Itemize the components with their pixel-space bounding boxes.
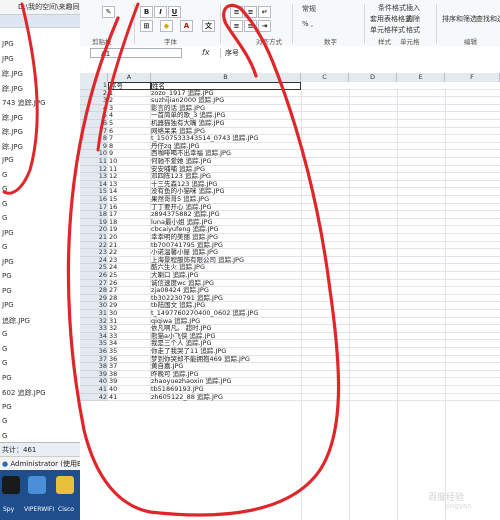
file-list-item[interactable]: G [2, 171, 7, 179]
function-icon[interactable]: fx [202, 48, 210, 57]
file-list-item[interactable]: 743 追踪.JPG [2, 98, 46, 108]
taskbar: Spy VIPERWIFI Cisco [0, 470, 80, 520]
percent-button[interactable]: % , [302, 20, 313, 28]
align-middle-button[interactable]: ≡ [244, 6, 257, 18]
cell-serial[interactable]: 7 [108, 135, 151, 143]
file-list-item[interactable]: G [2, 432, 7, 440]
file-list-item[interactable]: JPG [2, 156, 14, 164]
file-count-status: 共计：461 [0, 442, 80, 456]
align-left-button[interactable]: ≡ [230, 20, 243, 32]
file-list-item[interactable]: 踪.JPG [2, 142, 23, 152]
file-list-item[interactable]: G [2, 417, 7, 425]
phonetic-button[interactable]: 文 [202, 20, 215, 32]
taskbar-label-spy: Spy [3, 506, 15, 513]
file-list-item[interactable]: G [2, 359, 7, 367]
format-button[interactable]: 格式 [406, 25, 420, 35]
cell-name[interactable]: zh605122_88 追踪.JPG [151, 393, 301, 402]
explorer-path[interactable]: D:\我的空间\来趣同络 [0, 0, 80, 15]
column-header-f[interactable]: F [445, 73, 500, 82]
indent-button[interactable]: ⇥ [258, 20, 271, 32]
cell-serial[interactable]: 3 [108, 104, 151, 113]
taskbar-label-viperwifi: VIPERWIFI [24, 506, 55, 513]
file-list-item[interactable]: JPG [2, 229, 14, 237]
user-name: Administrator (使用B) [10, 460, 81, 468]
file-list-item[interactable]: G [2, 345, 7, 353]
spy-app-icon[interactable] [2, 476, 20, 494]
file-list-item[interactable]: 踪.JPG [2, 127, 23, 137]
number-group-label: 数字 [324, 38, 337, 46]
watermark-subtext: jingyan [446, 502, 472, 510]
file-list-item[interactable]: JPG [2, 301, 14, 309]
spreadsheet-grid[interactable]: A B C D E F 1 2 3 4 5 6 7 8 9 10 11 12 13 14 15 16 17 18 1… [80, 61, 500, 520]
cells-group-label: 单元格 [400, 38, 420, 46]
cell-serial[interactable]: 8 [108, 142, 151, 151]
font-group-label: 字体 [164, 38, 177, 46]
font-color-button[interactable]: A [180, 20, 193, 32]
file-list-item[interactable]: PG [2, 272, 12, 280]
file-list-item[interactable]: 追踪.JPG [2, 316, 30, 326]
viperwifi-app-icon[interactable] [28, 476, 46, 494]
taskbar-label-cisco: Cisco [58, 506, 74, 513]
file-list-item[interactable]: G [2, 200, 7, 208]
bold-button[interactable]: B [140, 6, 153, 18]
sort-filter-button[interactable]: 排序和筛选 [442, 14, 477, 24]
border-button[interactable]: ⊞ [140, 20, 153, 32]
find-select-button[interactable]: 查找和选择 [476, 14, 500, 24]
explorer-toolbar [0, 15, 80, 28]
name-box[interactable]: A1 [90, 48, 182, 58]
file-list-item[interactable]: G [2, 185, 7, 193]
file-list-item[interactable]: G [2, 330, 7, 338]
underline-button[interactable]: U [168, 6, 181, 18]
file-list-item[interactable]: 踪.JPG [2, 69, 23, 79]
formula-input[interactable]: 序号 [220, 48, 495, 58]
cell-serial[interactable]: 41 [108, 393, 151, 402]
italic-button[interactable]: I [154, 6, 167, 18]
insert-button[interactable]: 插入 [406, 3, 420, 13]
file-list-item[interactable]: 602 追踪.JPG [2, 388, 46, 398]
styles-group-label: 样式 [378, 38, 391, 46]
edit-group-label: 编辑 [464, 38, 477, 46]
format-painter-button[interactable]: ✎ [102, 6, 115, 18]
clipboard-group-label: 剪贴板 [92, 38, 112, 46]
file-explorer-panel: D:\我的空间\来趣同络 JPG JPG 踪.JPG 踪.JPG 743 追踪.JPG 踪… [0, 0, 81, 520]
cell-serial[interactable]: 2 [108, 97, 151, 105]
file-list-item[interactable]: 踪.JPG [2, 113, 23, 123]
column-header-a[interactable]: A [108, 73, 151, 82]
fill-color-button[interactable]: ◆ [160, 20, 173, 32]
conditional-format-button[interactable]: 条件格式 [378, 3, 406, 13]
cell-serial[interactable]: 1 [108, 89, 151, 98]
row-header[interactable]: 42 [80, 393, 108, 402]
file-list-item[interactable]: JPG [2, 55, 14, 63]
align-group-label: 对齐方式 [256, 38, 282, 46]
number-format-select[interactable]: 常规 [302, 4, 316, 14]
column-header-e[interactable]: E [397, 73, 445, 82]
cell-serial[interactable]: 5 [108, 119, 151, 128]
file-list-item[interactable]: JPG [2, 40, 14, 48]
wrap-text-button[interactable]: ↵ [258, 6, 271, 18]
table-row: 41 zh605122_88 追踪.JPG [108, 393, 500, 402]
file-list-item[interactable]: 踪.JPG [2, 84, 23, 94]
cisco-app-icon[interactable] [56, 476, 74, 494]
user-status: ● Administrator (使用B) [0, 456, 80, 470]
cell-serial[interactable]: 4 [108, 112, 151, 120]
user-icon: ● [2, 460, 9, 468]
formula-bar: A1 fx 序号 [80, 46, 500, 62]
file-list-item[interactable]: G [2, 243, 7, 251]
column-header-b[interactable]: B [151, 73, 301, 82]
column-header-c[interactable]: C [301, 73, 349, 82]
column-header-d[interactable]: D [349, 73, 397, 82]
delete-button[interactable]: 删除 [406, 14, 420, 24]
file-list-item[interactable]: PG [2, 287, 12, 295]
file-list-item[interactable]: G [2, 214, 7, 222]
file-list-item[interactable]: PG [2, 403, 12, 411]
align-top-button[interactable]: ≡ [230, 6, 243, 18]
cell-style-button[interactable]: 单元格样式 [370, 25, 405, 35]
align-center-button[interactable]: ≡ [244, 20, 257, 32]
cell-serial[interactable]: 6 [108, 127, 151, 136]
file-list-item[interactable]: JPG [2, 258, 14, 266]
excel-ribbon: ✎ B I U ⊞ ◆ A 文 ≡ ≡ ↵ ≡ ≡ ⇥ 常规 % , 条件格式 … [80, 0, 500, 47]
header-cell-serial[interactable]: 序号 [108, 82, 151, 90]
file-list-item[interactable]: PG [2, 374, 12, 382]
